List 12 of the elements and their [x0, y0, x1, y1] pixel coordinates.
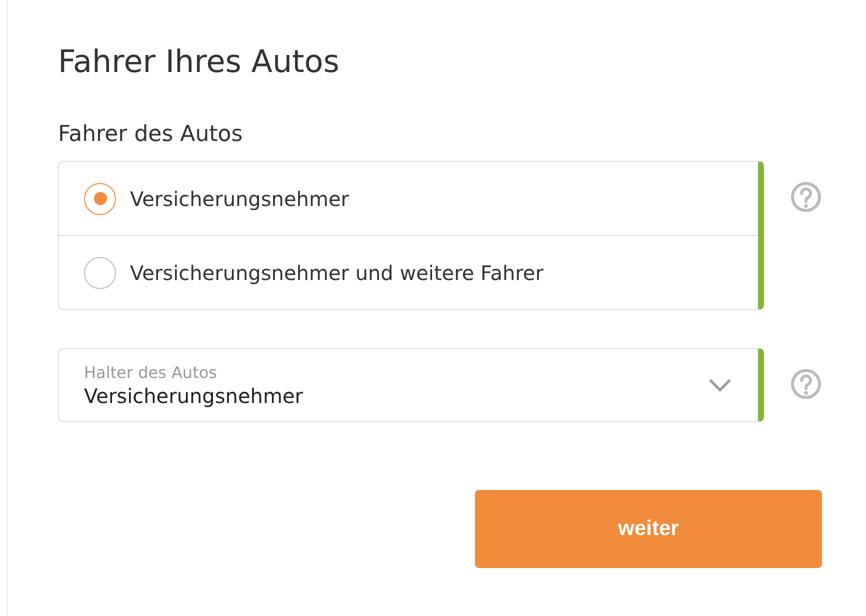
- dropdown-value: Versicherungsnehmer: [84, 384, 303, 408]
- help-icon[interactable]: [790, 368, 822, 400]
- chevron-down-icon: [708, 378, 732, 392]
- option-label[interactable]: Versicherungsnehmer und weitere Fahrer: [130, 260, 544, 284]
- help-icon[interactable]: [790, 181, 822, 213]
- field-label: Fahrer des Autos: [58, 122, 244, 147]
- dropdown-label: Halter des Autos: [84, 362, 218, 382]
- page-title: Fahrer Ihres Autos: [58, 44, 340, 80]
- radio-button[interactable]: [84, 256, 116, 288]
- holder-dropdown[interactable]: Halter des Autos Versicherungsnehmer: [58, 348, 764, 422]
- option-label[interactable]: Versicherungsnehmer: [130, 186, 349, 210]
- radio-button[interactable]: [84, 182, 116, 214]
